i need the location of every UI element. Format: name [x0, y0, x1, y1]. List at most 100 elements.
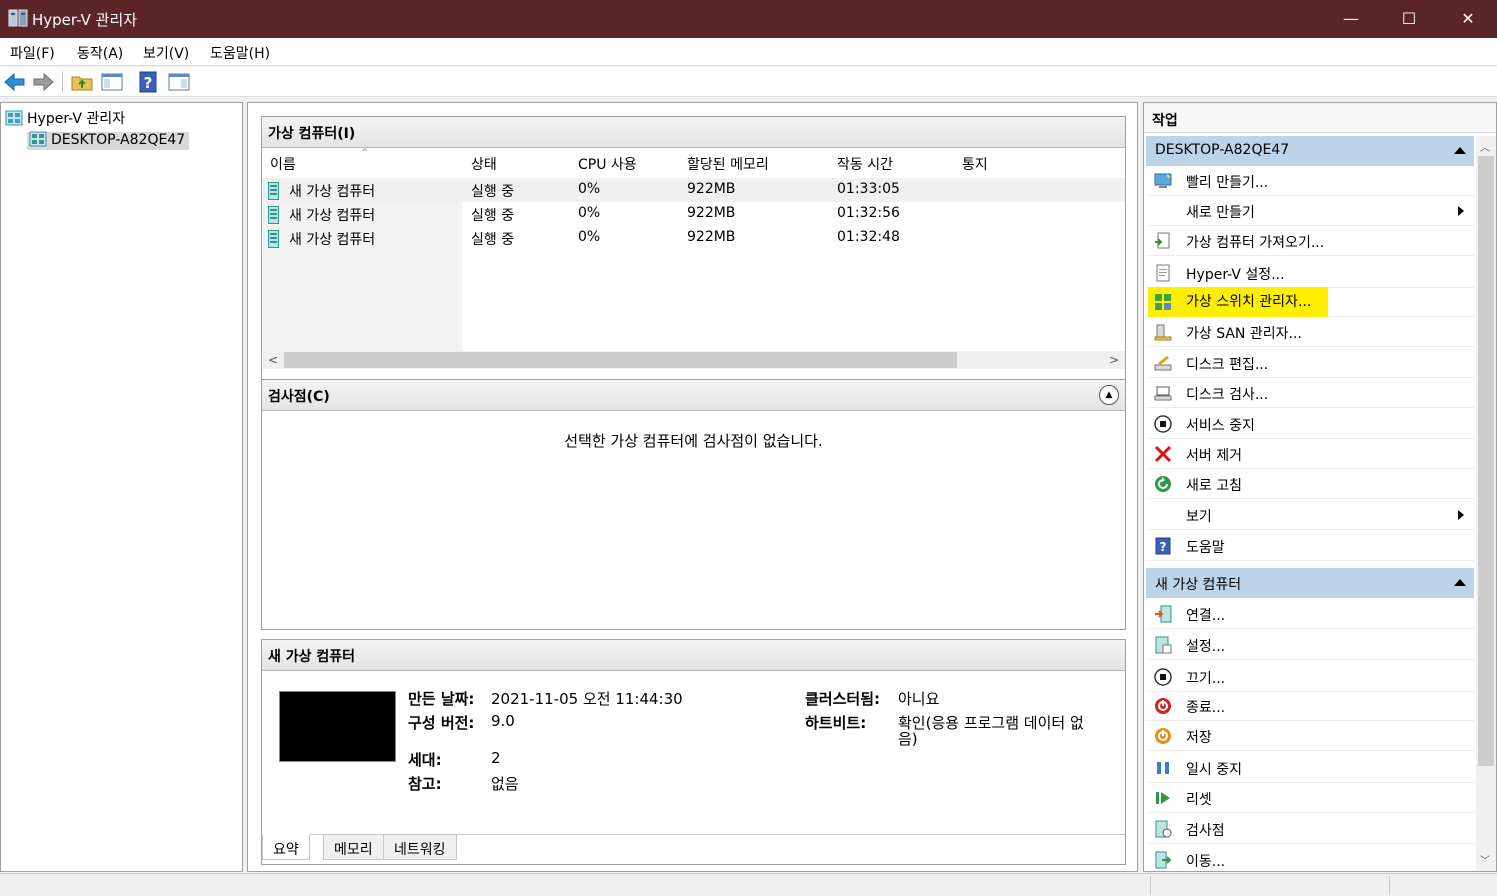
- action-quick-create[interactable]: 빨리 만들기...: [1146, 166, 1474, 196]
- scroll-thumb[interactable]: [284, 352, 957, 368]
- no-checkpoints-message: 선택한 가상 컴퓨터에 검사점이 없습니다.: [564, 432, 823, 450]
- minimize-button[interactable]: —: [1322, 0, 1380, 38]
- action-save[interactable]: 저장: [1146, 721, 1474, 751]
- host-actions-header[interactable]: DESKTOP-A82QE47: [1146, 136, 1474, 166]
- vm-cpu: 0%: [578, 181, 601, 197]
- tree-item-host[interactable]: DESKTOP-A82QE47: [27, 131, 190, 150]
- submenu-arrow-icon: [1458, 510, 1464, 520]
- help-icon: ?: [1155, 537, 1171, 555]
- tab-summary[interactable]: 요약: [262, 834, 310, 860]
- close-button[interactable]: ✕: [1439, 0, 1497, 38]
- menu-help[interactable]: 도움말(H): [210, 43, 270, 63]
- sort-ascending-icon: ^: [361, 148, 369, 158]
- action-connect[interactable]: 연결...: [1146, 599, 1474, 629]
- back-arrow-icon[interactable]: [3, 70, 27, 94]
- vm-name: 새 가상 컴퓨터: [289, 184, 376, 200]
- vm-list-horizontal-scrollbar[interactable]: < >: [262, 351, 1125, 369]
- vm-thumbnail[interactable]: [279, 691, 396, 762]
- shut-down-icon: [1155, 698, 1171, 714]
- action-view[interactable]: 보기: [1146, 500, 1474, 530]
- vm-row[interactable]: 새 가상 컴퓨터 실행 중 0% 922MB 01:32:56: [262, 202, 1125, 226]
- scroll-left-icon[interactable]: <: [268, 351, 278, 369]
- action-inspect-disk[interactable]: 디스크 검사...: [1146, 378, 1474, 408]
- vm-uptime: 01:33:05: [837, 181, 900, 197]
- vm-panel-title: 가상 컴퓨터(I): [268, 126, 356, 142]
- vm-memory: 922MB: [687, 229, 736, 245]
- action-virtual-switch-manager[interactable]: 가상 스위치 관리자...: [1146, 287, 1474, 317]
- actions-vertical-scrollbar[interactable]: ︿ ﹀: [1476, 136, 1496, 871]
- hyper-v-manager-icon: [5, 110, 23, 126]
- vm-state: 실행 중: [471, 208, 515, 224]
- scroll-up-icon[interactable]: ︿: [1480, 139, 1490, 154]
- collapse-up-icon[interactable]: [1454, 147, 1466, 154]
- action-pause[interactable]: 일시 중지: [1146, 753, 1474, 783]
- action-turn-off[interactable]: 끄기...: [1146, 662, 1474, 692]
- vm-actions-header[interactable]: 새 가상 컴퓨터: [1146, 568, 1474, 598]
- action-shut-down[interactable]: 종료...: [1146, 691, 1474, 721]
- vm-row[interactable]: 새 가상 컴퓨터 실행 중 0% 922MB 01:32:48: [262, 226, 1125, 250]
- vm-memory: 922MB: [687, 205, 736, 221]
- action-edit-disk[interactable]: 디스크 편집...: [1146, 348, 1474, 378]
- action-label: 디스크 검사...: [1186, 387, 1269, 403]
- action-refresh[interactable]: 새로 고침: [1146, 469, 1474, 499]
- action-help[interactable]: ? 도움말: [1146, 531, 1474, 561]
- checkpoint-panel-title: 검사점(C): [268, 389, 330, 405]
- action-label: 가상 스위치 관리자...: [1148, 287, 1329, 317]
- checkpoint-icon: [1155, 820, 1172, 838]
- virtual-switch-icon: [1155, 294, 1171, 310]
- column-header-uptime[interactable]: 작동 시간: [837, 154, 893, 174]
- column-header-memory[interactable]: 할당된 메모리: [687, 154, 769, 174]
- tab-networking[interactable]: 네트워킹: [383, 834, 457, 860]
- column-header-cpu[interactable]: CPU 사용: [578, 154, 637, 174]
- details-panel-header: 새 가상 컴퓨터: [262, 640, 1125, 671]
- action-checkpoint[interactable]: 검사점: [1146, 814, 1474, 844]
- action-import-vm[interactable]: 가상 컴퓨터 가져오기...: [1146, 226, 1474, 256]
- action-label: 보기: [1186, 509, 1212, 525]
- help-icon[interactable]: ?: [137, 70, 161, 94]
- collapse-up-icon[interactable]: [1454, 579, 1466, 586]
- forward-arrow-icon[interactable]: [31, 70, 55, 94]
- column-header-notes[interactable]: 통지: [962, 154, 988, 174]
- action-settings[interactable]: 설정...: [1146, 630, 1474, 660]
- scroll-right-icon[interactable]: >: [1109, 351, 1119, 369]
- status-separator: [1389, 876, 1390, 895]
- clustered-value: 아니요: [898, 690, 940, 708]
- show-hide-console-tree-icon[interactable]: [100, 70, 124, 94]
- save-icon: [1155, 728, 1171, 744]
- scroll-thumb[interactable]: [1478, 156, 1494, 766]
- menu-action[interactable]: 동작(A): [77, 43, 123, 63]
- action-stop-service[interactable]: 서비스 중지: [1146, 409, 1474, 439]
- menu-view[interactable]: 보기(V): [143, 43, 189, 63]
- scroll-down-icon[interactable]: ﹀: [1480, 852, 1490, 867]
- clustered-label: 클러스터됨:: [805, 690, 880, 708]
- vm-actions-title: 새 가상 컴퓨터: [1155, 577, 1242, 593]
- vm-list: 이름 ^ 상태 CPU 사용 할당된 메모리 작동 시간 통지 새 가상 컴퓨터…: [262, 148, 1125, 381]
- action-label: 종료...: [1186, 700, 1226, 716]
- action-virtual-san-manager[interactable]: 가상 SAN 관리자...: [1146, 317, 1474, 347]
- menu-file[interactable]: 파일(F): [10, 43, 55, 63]
- column-header-name[interactable]: 이름: [270, 154, 296, 174]
- up-folder-icon[interactable]: [70, 70, 94, 94]
- action-hyper-v-settings[interactable]: Hyper-V 설정...: [1146, 258, 1474, 288]
- action-remove-server[interactable]: 서버 제거: [1146, 439, 1474, 469]
- details-summary: 만든 날짜: 2021-11-05 오전 11:44:30 구성 버전: 9.0…: [262, 671, 1125, 864]
- action-move[interactable]: 이동...: [1146, 845, 1474, 875]
- move-icon: [1155, 851, 1172, 869]
- action-new[interactable]: 새로 만들기: [1146, 196, 1474, 226]
- quick-create-icon: [1154, 173, 1172, 188]
- action-reset[interactable]: 리셋: [1146, 783, 1474, 813]
- notes-label: 참고:: [408, 775, 442, 793]
- column-header-state[interactable]: 상태: [471, 154, 497, 174]
- action-label: 새로 만들기: [1186, 205, 1255, 221]
- show-hide-action-pane-icon[interactable]: [167, 70, 191, 94]
- collapse-checkpoint-button[interactable]: ▲: [1099, 385, 1119, 405]
- action-label: 디스크 편집...: [1186, 357, 1269, 373]
- vm-panel: 가상 컴퓨터(I) 이름 ^ 상태 CPU 사용 할당된 메모리 작동 시간 통…: [261, 116, 1126, 382]
- tree-root-hyper-v-manager[interactable]: Hyper-V 관리자: [5, 108, 125, 128]
- tab-memory[interactable]: 메모리: [323, 834, 384, 860]
- refresh-icon: [1155, 476, 1171, 492]
- maximize-button[interactable]: ☐: [1380, 0, 1438, 38]
- vm-row[interactable]: 새 가상 컴퓨터 실행 중 0% 922MB 01:33:05: [262, 178, 1125, 202]
- details-tabs: 요약 메모리 네트워킹: [262, 834, 1125, 860]
- tree-host-selection: DESKTOP-A82QE47: [27, 131, 190, 150]
